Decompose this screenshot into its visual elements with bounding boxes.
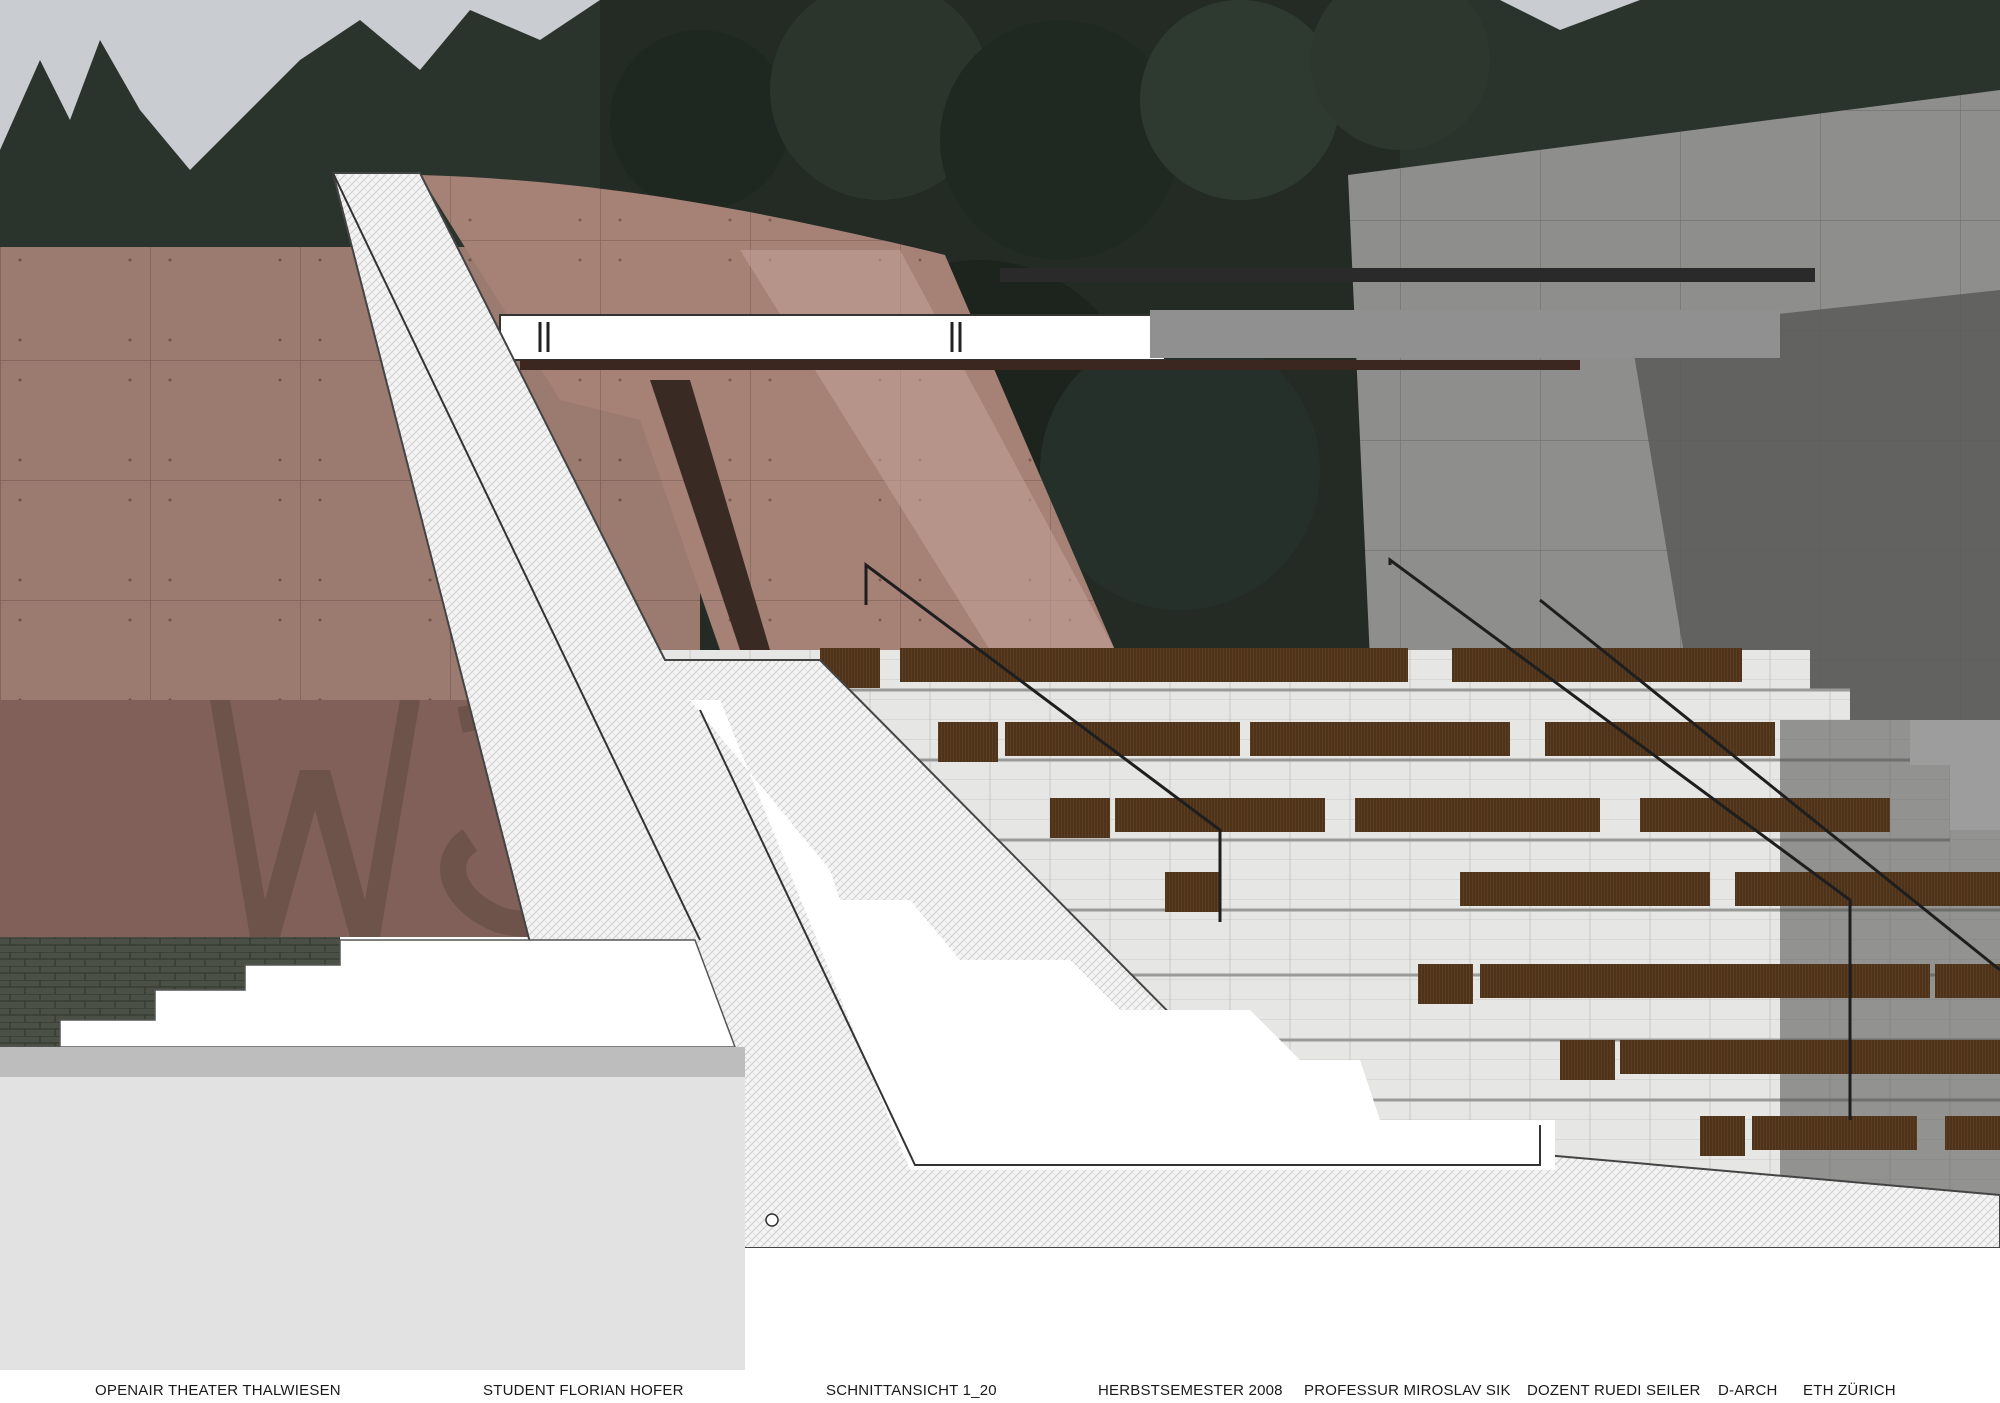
bench <box>1545 722 1775 756</box>
bench <box>1935 964 2000 998</box>
bench <box>1640 798 1890 832</box>
bench <box>900 648 1150 682</box>
bench <box>1735 872 2000 906</box>
bench <box>1480 964 1690 998</box>
bench <box>1690 964 1930 998</box>
bench <box>1418 964 1473 1004</box>
bench <box>938 722 998 762</box>
drawing-title: SCHNITTANSICHT 1_20 <box>826 1382 997 1399</box>
bench <box>1005 722 1240 756</box>
title-block: OPENAIR THEATER THALWIESEN STUDENT FLORI… <box>0 1370 2000 1403</box>
school: ETH ZÜRICH <box>1803 1382 1896 1399</box>
bench <box>1355 798 1600 832</box>
bench <box>1560 1040 1615 1080</box>
bench <box>1165 872 1220 912</box>
project-title: OPENAIR THEATER THALWIESEN <box>95 1382 341 1399</box>
semester: HERBSTSEMESTER 2008 <box>1098 1382 1283 1399</box>
bench <box>1115 798 1325 832</box>
bench <box>1452 648 1742 682</box>
bench <box>1820 1040 2000 1074</box>
gray-concrete-wall <box>1348 90 2000 720</box>
professor: PROFESSUR MIROSLAV SIK <box>1304 1382 1511 1399</box>
bench <box>1945 1116 2000 1150</box>
bench <box>1752 1116 1917 1150</box>
bench <box>1460 872 1710 906</box>
department: D-ARCH <box>1718 1382 1778 1399</box>
bench <box>1620 1040 1820 1074</box>
bench <box>1148 648 1408 682</box>
section-drawing <box>0 0 2000 1370</box>
student-name: STUDENT FLORIAN HOFER <box>483 1382 684 1399</box>
bench <box>1050 798 1110 838</box>
bench <box>1250 722 1510 756</box>
bench <box>1700 1116 1745 1156</box>
lecturer: DOZENT RUEDI SEILER <box>1527 1382 1701 1399</box>
